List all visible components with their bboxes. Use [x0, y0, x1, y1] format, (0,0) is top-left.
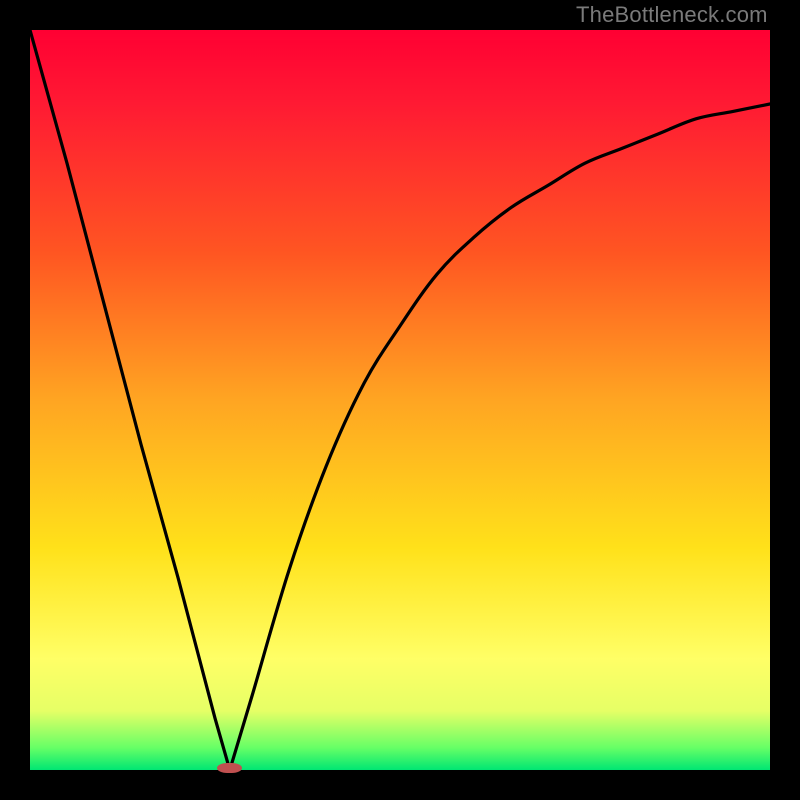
chart-frame: TheBottleneck.com: [0, 0, 800, 800]
attribution-text: TheBottleneck.com: [576, 2, 768, 28]
notch-marker: [217, 763, 242, 773]
bottleneck-curve: [30, 30, 770, 770]
plot-area: [30, 30, 770, 770]
